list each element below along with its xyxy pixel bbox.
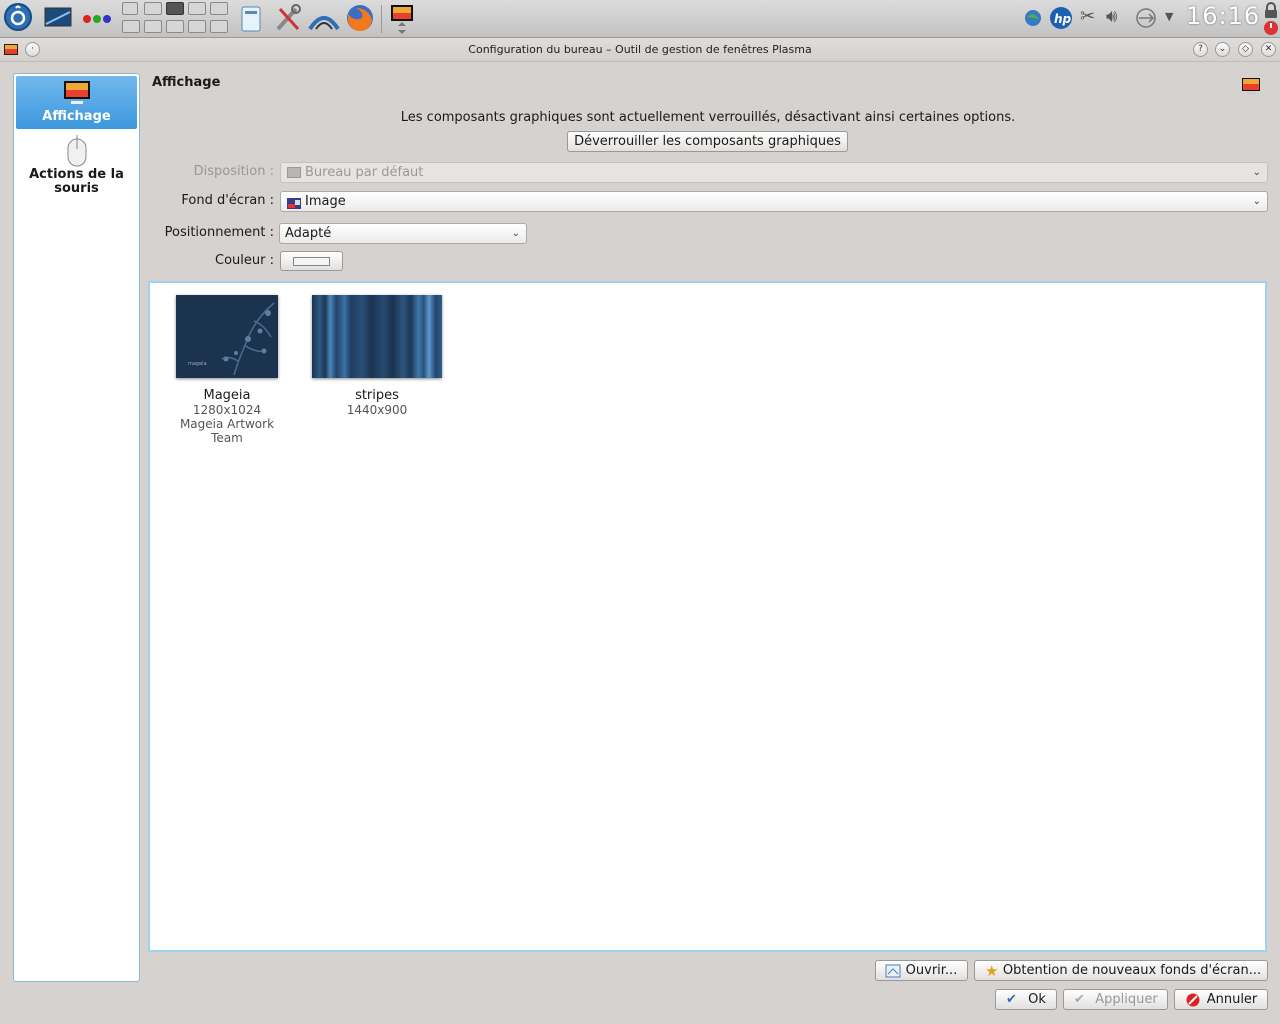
pager-desktop-4[interactable] xyxy=(188,2,206,15)
positioning-label: Positionnement : xyxy=(164,225,274,240)
activity-dots-icon[interactable] xyxy=(82,13,114,28)
checkmark-icon: ✔ xyxy=(1074,992,1085,1007)
mouse-icon xyxy=(63,134,91,168)
checkmark-icon: ✔ xyxy=(1006,992,1017,1007)
wallpaper-type-select[interactable]: Image ⌄ xyxy=(280,191,1268,212)
pager-desktop-3[interactable] xyxy=(166,2,184,15)
wallpaper-item-mageia[interactable]: mageia Mageia 1280x1024 Mageia Artwork T… xyxy=(168,295,286,445)
color-label: Couleur : xyxy=(215,253,274,268)
pager-desktop-6[interactable] xyxy=(122,20,140,33)
wallpaper-resolution: 1440x900 xyxy=(346,403,408,417)
window-title: Configuration du bureau – Outil de gesti… xyxy=(468,43,812,56)
taskbar-panel: hp ✂ 🔊︎ ▼ 16:16 xyxy=(0,0,1280,38)
open-file-icon xyxy=(885,964,901,984)
minimize-button[interactable]: ⌄ xyxy=(1215,42,1230,57)
tray-expand-icon[interactable]: ▼ xyxy=(1165,10,1173,23)
desktop-settings-task-icon[interactable] xyxy=(388,2,416,40)
desktop-layout-icon xyxy=(287,167,301,178)
settings-tools-icon[interactable] xyxy=(274,3,302,37)
layout-label: Disposition : xyxy=(193,164,274,179)
star-icon: ★ xyxy=(985,962,999,980)
cancel-icon xyxy=(1186,993,1200,1013)
widgets-locked-message: Les composants graphiques sont actuellem… xyxy=(400,110,1016,125)
chevron-down-icon: ⌄ xyxy=(511,228,520,239)
wallpaper-name: Mageia xyxy=(203,388,251,403)
positioning-value: Adapté xyxy=(285,226,332,241)
virtual-desktop-pager[interactable] xyxy=(122,2,232,36)
svg-text:hp: hp xyxy=(1054,12,1072,26)
pager-desktop-9[interactable] xyxy=(188,20,206,33)
sidebar-item-label: Actions de la souris xyxy=(29,167,124,196)
chevron-down-icon: ⌄ xyxy=(1252,196,1261,207)
network-globe-icon[interactable] xyxy=(1023,8,1043,32)
mageia-watermark-text: mageia xyxy=(188,361,207,367)
clock[interactable]: 16:16 xyxy=(1186,2,1260,30)
sidebar-item-actions-souris[interactable]: Actions de la souris xyxy=(16,134,137,200)
file-manager-icon[interactable] xyxy=(240,5,262,37)
usb-icon[interactable] xyxy=(1134,8,1158,33)
layout-value: Bureau par défaut xyxy=(305,165,424,180)
pager-desktop-7[interactable] xyxy=(144,20,162,33)
lock-logout-widget[interactable] xyxy=(1263,2,1279,36)
kickoff-menu-icon[interactable] xyxy=(3,2,33,36)
wallpaper-thumbnail xyxy=(312,295,442,378)
chevron-down-icon: ⌄ xyxy=(1252,167,1261,178)
help-button[interactable]: ? xyxy=(1193,42,1208,57)
display-icon xyxy=(1242,78,1260,100)
sidebar-item-affichage[interactable]: Affichage xyxy=(16,76,137,129)
firefox-icon[interactable] xyxy=(344,2,376,38)
close-button[interactable]: ✕ xyxy=(1261,42,1276,57)
sidebar-item-label: Affichage xyxy=(42,109,111,124)
image-icon xyxy=(287,196,301,209)
page-title: Affichage xyxy=(152,75,221,90)
cancel-button[interactable]: Annuler xyxy=(1174,989,1268,1010)
apply-label: Appliquer xyxy=(1095,992,1158,1007)
pager-desktop-8[interactable] xyxy=(166,20,184,33)
apply-button[interactable]: ✔ Appliquer xyxy=(1063,989,1168,1010)
category-sidebar: Affichage Actions de la souris xyxy=(13,73,140,982)
pager-desktop-10[interactable] xyxy=(210,20,228,33)
wallpaper-resolution: 1280x1024 xyxy=(192,403,262,417)
color-picker-button[interactable] xyxy=(280,251,343,271)
pager-desktop-1[interactable] xyxy=(122,2,138,15)
volume-icon[interactable]: 🔊︎ xyxy=(1106,6,1117,27)
wallpaper-type-value: Image xyxy=(305,194,346,209)
wallpaper-label: Fond d'écran : xyxy=(181,193,274,208)
wallpaper-thumbnail: mageia xyxy=(176,295,278,378)
positioning-select[interactable]: Adapté ⌄ xyxy=(279,223,527,244)
clipboard-scissors-icon[interactable]: ✂ xyxy=(1080,6,1095,27)
maximize-button[interactable]: ◇ xyxy=(1238,42,1253,57)
ok-button[interactable]: ✔ Ok xyxy=(995,989,1057,1010)
desktop-icon[interactable] xyxy=(44,7,72,31)
get-new-wallpapers-label: Obtention de nouveaux fonds d'écran... xyxy=(1002,963,1262,978)
wallpaper-item-stripes[interactable]: stripes 1440x900 xyxy=(310,295,444,417)
wallpaper-name: stripes xyxy=(355,388,399,403)
unlock-widgets-button[interactable]: Déverrouiller les composants graphiques xyxy=(567,131,848,152)
pager-desktop-2[interactable] xyxy=(144,2,162,15)
wallpaper-list[interactable]: mageia Mageia 1280x1024 Mageia Artwork T… xyxy=(148,281,1267,952)
display-icon xyxy=(63,80,91,106)
mageia-control-center-icon[interactable] xyxy=(308,5,340,37)
wallpaper-author: Mageia Artwork Team xyxy=(179,417,275,445)
layout-select: Bureau par défaut ⌄ xyxy=(280,162,1268,183)
panel-separator xyxy=(381,5,382,33)
pager-desktop-5[interactable] xyxy=(210,2,228,15)
window-titlebar[interactable]: · Configuration du bureau – Outil de ges… xyxy=(0,38,1280,62)
hp-printer-icon[interactable]: hp xyxy=(1049,6,1073,34)
color-swatch xyxy=(293,257,330,266)
open-file-button[interactable]: Ouvrir... xyxy=(875,960,968,981)
get-new-wallpapers-button[interactable]: ★ Obtention de nouveaux fonds d'écran... xyxy=(974,960,1268,981)
